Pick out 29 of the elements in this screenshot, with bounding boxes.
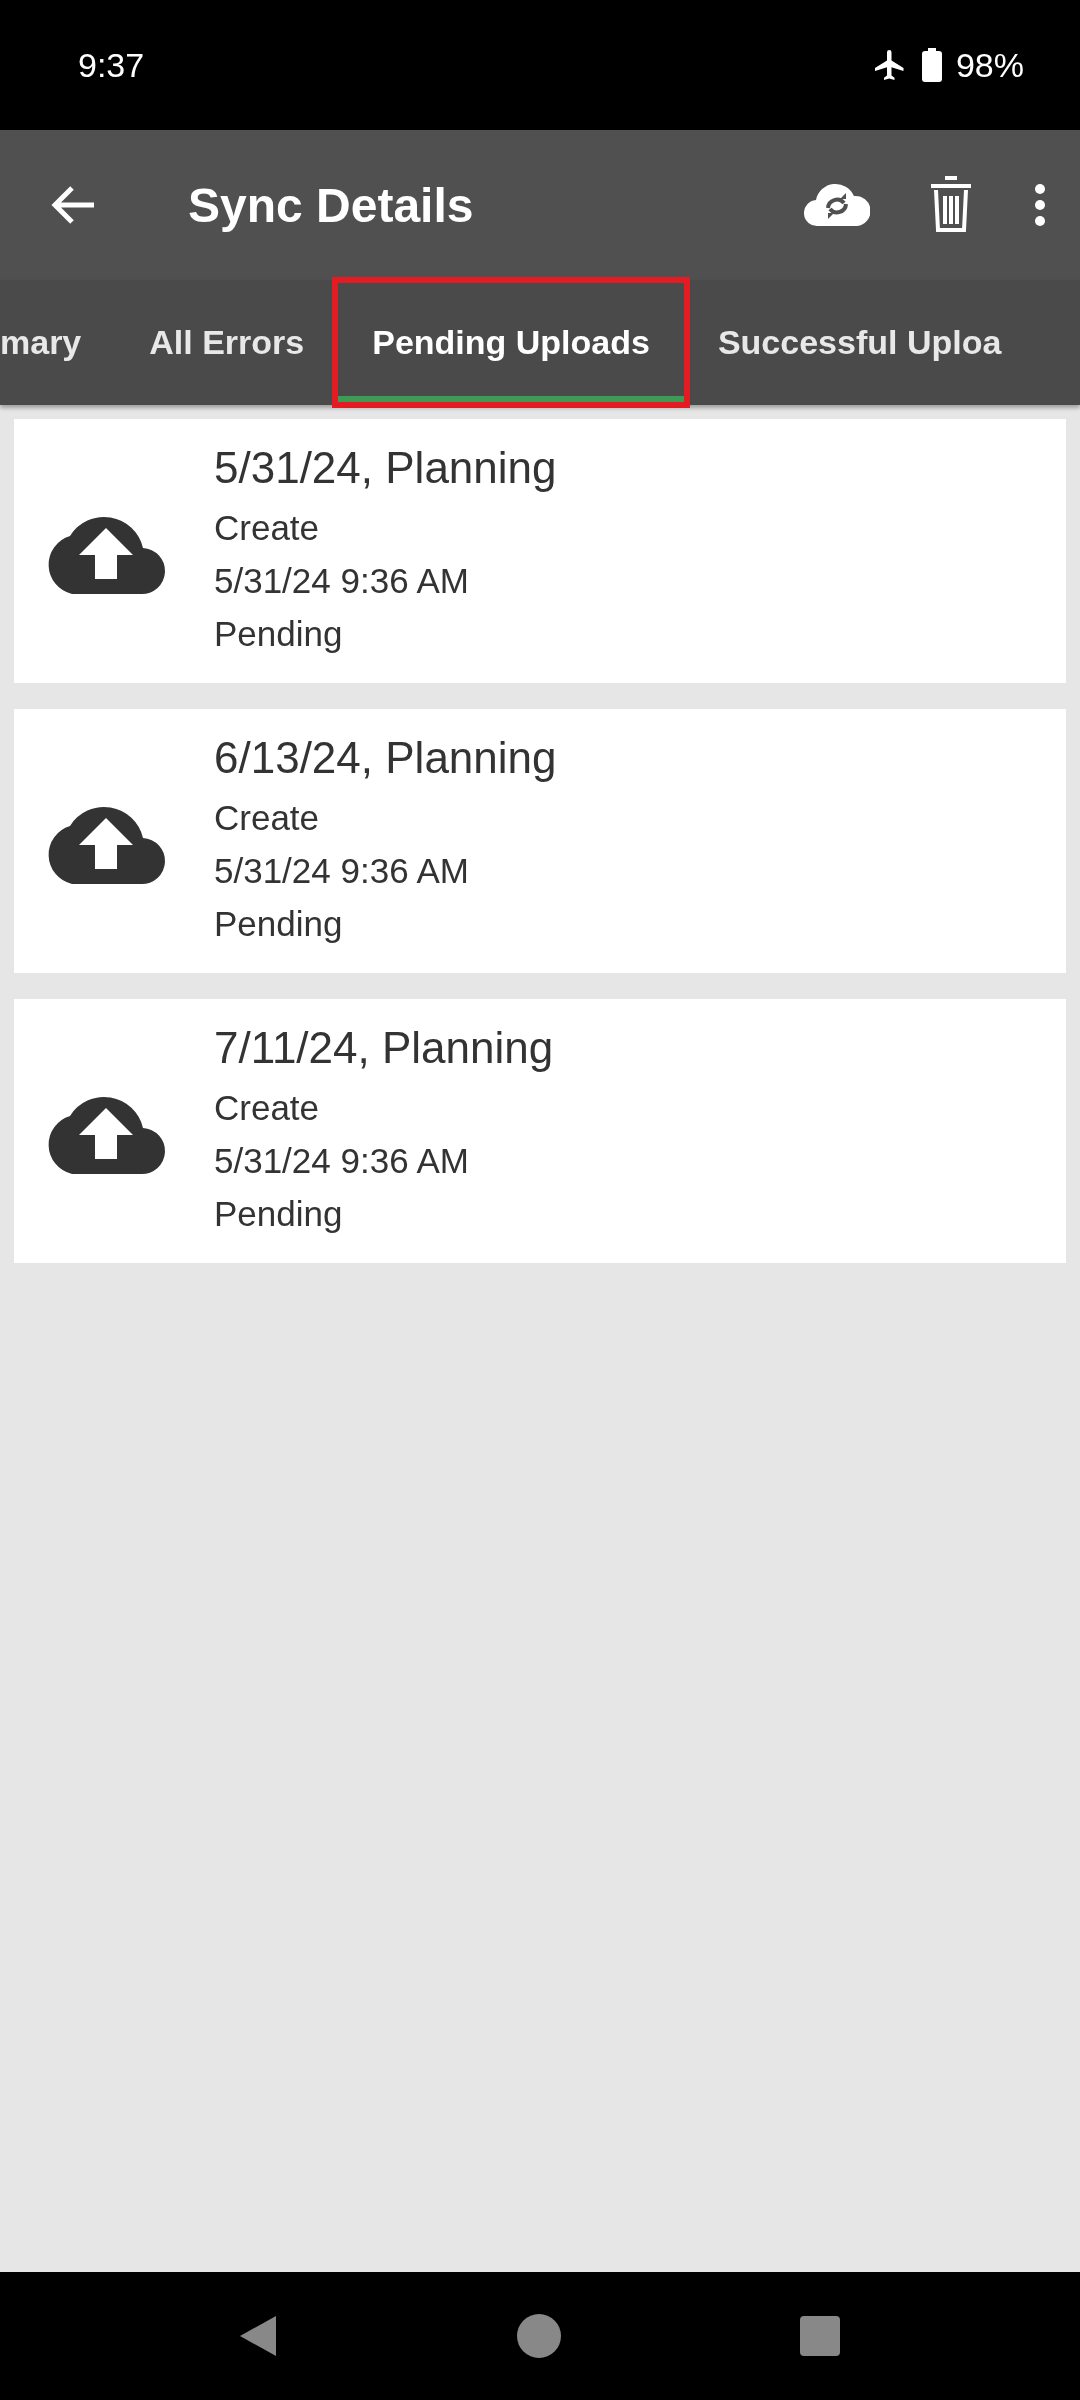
item-action: Create <box>214 1086 321 1129</box>
item-action: Create <box>214 506 321 549</box>
item-timestamp: 5/31/24 9:36 AM <box>214 1139 470 1182</box>
item-title: 7/11/24, Planning <box>214 1022 554 1073</box>
item-status: Pending <box>214 902 344 945</box>
back-arrow-icon[interactable] <box>50 185 96 225</box>
status-time: 9:37 <box>78 45 145 85</box>
item-title: 5/31/24, Planning <box>214 442 557 493</box>
upload-card[interactable]: 7/11/24, Planning Create 5/31/24 9:36 AM Pending <box>14 999 1066 1263</box>
screen-title: Sync Details <box>188 177 475 233</box>
battery-percentage: 98% <box>955 45 1024 85</box>
item-action: Create <box>214 796 321 839</box>
upload-card[interactable]: 6/13/24, Planning Create 5/31/24 9:36 AM Pending <box>14 709 1066 973</box>
back-icon[interactable] <box>238 2314 278 2358</box>
tab[interactable]: Pending Uploads <box>338 280 684 405</box>
tab[interactable]: All Errors <box>115 280 339 405</box>
tab[interactable]: mary <box>0 280 116 405</box>
tab[interactable]: Successful Uploa <box>683 280 1036 405</box>
more-options-icon[interactable] <box>1034 183 1046 227</box>
home-icon[interactable] <box>516 2313 562 2359</box>
upload-card[interactable]: 5/31/24, Planning Create 5/31/24 9:36 AM Pending <box>14 419 1066 683</box>
item-status: Pending <box>214 1192 344 1235</box>
item-title: 6/13/24, Planning <box>214 732 557 783</box>
item-status: Pending <box>214 612 344 655</box>
item-timestamp: 5/31/24 9:36 AM <box>214 849 470 892</box>
item-timestamp: 5/31/24 9:36 AM <box>214 559 470 602</box>
cloud-sync-icon[interactable] <box>804 182 870 228</box>
battery-icon <box>921 48 942 82</box>
trash-icon[interactable] <box>928 176 974 234</box>
